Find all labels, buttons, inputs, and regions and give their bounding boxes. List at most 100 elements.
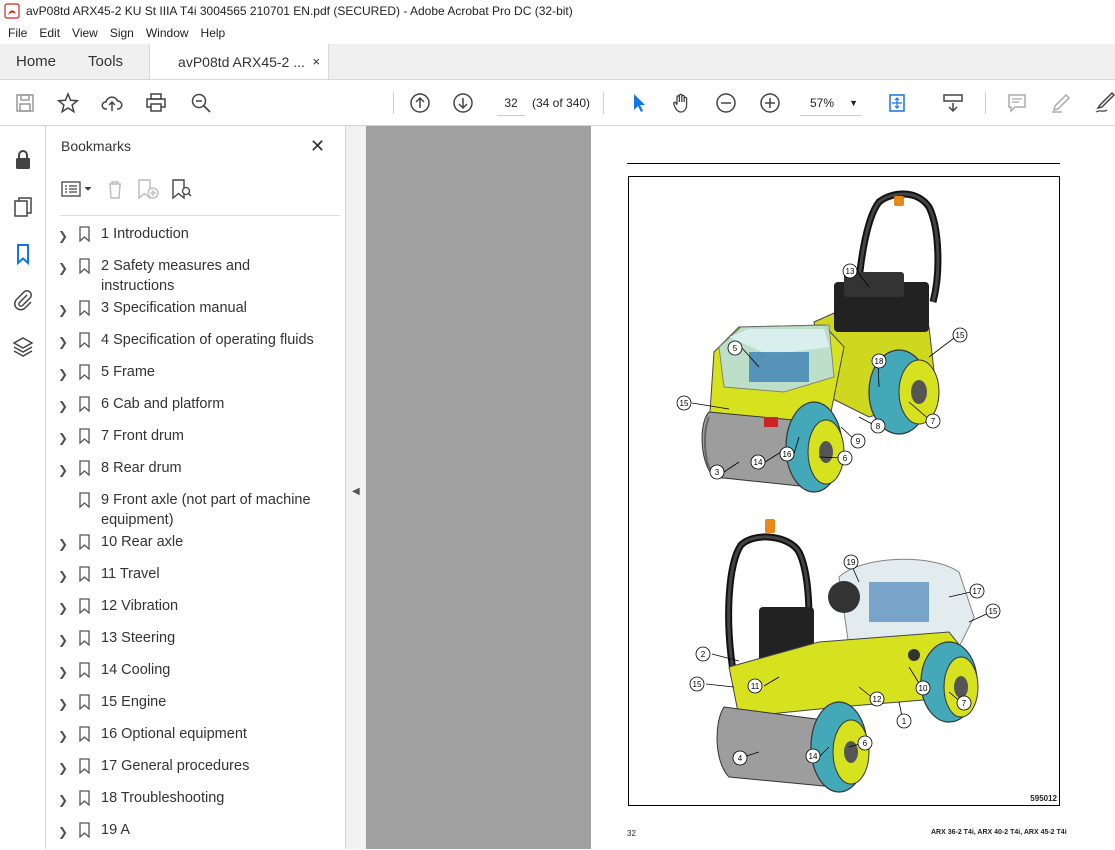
zoom-select[interactable]: 57% ▼ bbox=[800, 90, 862, 116]
hand-tool-icon[interactable] bbox=[669, 90, 695, 116]
layers-icon[interactable] bbox=[11, 335, 35, 359]
bookmark-item[interactable]: ❯ 11 Travel bbox=[46, 562, 324, 594]
chevron-right-icon[interactable]: ❯ bbox=[58, 630, 68, 650]
callout-marker: 5 bbox=[727, 340, 743, 356]
tab-home[interactable]: Home bbox=[0, 44, 72, 79]
menu-file[interactable]: File bbox=[2, 26, 33, 40]
bookmark-item[interactable]: ❯ 13 Steering bbox=[46, 626, 324, 658]
menu-window[interactable]: Window bbox=[140, 26, 195, 40]
bookmark-item[interactable]: ❯ 19 A bbox=[46, 818, 324, 850]
find-bookmark-icon[interactable] bbox=[170, 178, 194, 200]
upload-cloud-icon[interactable] bbox=[99, 90, 125, 116]
callout-label: 4 bbox=[738, 754, 743, 763]
document-canvas[interactable]: 13 15 5 18 15 7 8 9 14 16 6 3 19 17 15 2 15 11 10 12 1 7 6 14 4 … bbox=[366, 126, 1115, 849]
chevron-right-icon[interactable]: ❯ bbox=[58, 396, 68, 416]
zoom-search-icon[interactable] bbox=[188, 90, 214, 116]
bookmark-flag-icon bbox=[79, 726, 90, 742]
menu-view[interactable]: View bbox=[66, 26, 104, 40]
chevron-right-icon[interactable]: ❯ bbox=[58, 364, 68, 384]
bookmark-item[interactable]: ❯ 7 Front drum bbox=[46, 424, 324, 456]
bookmark-item[interactable]: ❯ 14 Cooling bbox=[46, 658, 324, 690]
callout-label: 7 bbox=[962, 699, 967, 708]
bookmark-item[interactable]: ❯ 1 Introduction bbox=[46, 222, 324, 254]
lock-icon[interactable] bbox=[11, 148, 35, 172]
menu-help[interactable]: Help bbox=[195, 26, 232, 40]
menu-sign[interactable]: Sign bbox=[104, 26, 140, 40]
zoom-out-icon[interactable] bbox=[713, 90, 739, 116]
bookmark-flag-icon bbox=[79, 300, 90, 316]
bookmark-item[interactable]: ❯ 5 Frame bbox=[46, 360, 324, 392]
attachment-icon[interactable] bbox=[11, 288, 35, 312]
bookmark-item[interactable]: ❯ 8 Rear drum bbox=[46, 456, 324, 488]
next-page-icon[interactable] bbox=[450, 90, 476, 116]
bookmark-item[interactable]: ❯ 10 Rear axle bbox=[46, 530, 324, 562]
bookmark-flag-icon bbox=[79, 428, 90, 444]
chevron-right-icon[interactable]: ❯ bbox=[58, 694, 68, 714]
delete-icon[interactable] bbox=[104, 178, 126, 200]
chevron-down-icon: ▼ bbox=[849, 98, 858, 108]
chevron-right-icon[interactable]: ❯ bbox=[58, 226, 68, 246]
callout-label: 14 bbox=[754, 458, 763, 467]
callout-label: 9 bbox=[856, 437, 861, 446]
callout-marker: 17 bbox=[969, 583, 985, 599]
chevron-right-icon[interactable]: ❯ bbox=[58, 822, 68, 842]
chevron-right-icon[interactable]: ❯ bbox=[58, 460, 68, 480]
pages-icon[interactable] bbox=[11, 195, 35, 219]
select-cursor-icon[interactable] bbox=[626, 90, 652, 116]
bookmark-item[interactable]: ❯ 18 Troubleshooting bbox=[46, 786, 324, 818]
scroll-mode-icon[interactable] bbox=[940, 90, 966, 116]
callout-marker: 8 bbox=[870, 418, 886, 434]
chevron-right-icon[interactable]: ❯ bbox=[58, 758, 68, 778]
menu-edit[interactable]: Edit bbox=[33, 26, 66, 40]
chevron-right-icon[interactable]: ❯ bbox=[58, 726, 68, 746]
bookmark-item[interactable]: ❯ 12 Vibration bbox=[46, 594, 324, 626]
chevron-right-icon[interactable]: ❯ bbox=[58, 258, 68, 278]
divider bbox=[60, 215, 340, 216]
bookmark-flag-icon bbox=[79, 226, 90, 242]
callout-marker: 12 bbox=[869, 691, 885, 707]
comment-icon[interactable] bbox=[1004, 90, 1030, 116]
bookmark-item[interactable]: ❯ 17 General procedures bbox=[46, 754, 324, 786]
panel-splitter[interactable]: ◀ bbox=[346, 126, 366, 849]
bookmark-item[interactable]: 9 Front axle (not part of machine equipm… bbox=[46, 488, 324, 530]
new-bookmark-icon[interactable] bbox=[136, 178, 160, 200]
bookmark-item[interactable]: ❯ 2 Safety measures and instructions bbox=[46, 254, 324, 296]
chevron-right-icon[interactable]: ❯ bbox=[58, 332, 68, 352]
bookmark-flag-icon bbox=[79, 364, 90, 380]
bookmark-item[interactable]: ❯ 16 Optional equipment bbox=[46, 722, 324, 754]
star-icon[interactable] bbox=[55, 90, 81, 116]
chevron-right-icon[interactable]: ❯ bbox=[58, 598, 68, 618]
collapse-panel-icon[interactable]: ◀ bbox=[352, 486, 360, 497]
close-tab-icon[interactable]: × bbox=[312, 54, 320, 69]
chevron-right-icon[interactable]: ❯ bbox=[58, 428, 68, 448]
bookmark-label: 5 Frame bbox=[101, 364, 155, 380]
bookmark-item[interactable]: ❯ 6 Cab and platform bbox=[46, 392, 324, 424]
chevron-right-icon[interactable]: ❯ bbox=[58, 534, 68, 554]
bookmark-item[interactable]: ❯ 3 Specification manual bbox=[46, 296, 324, 328]
options-menu-icon[interactable] bbox=[60, 179, 94, 199]
toolbar-divider bbox=[603, 92, 604, 114]
page-number-input[interactable]: 32 bbox=[497, 90, 525, 116]
chevron-right-icon[interactable]: ❯ bbox=[58, 300, 68, 320]
previous-page-icon[interactable] bbox=[407, 90, 433, 116]
callout-label: 15 bbox=[680, 399, 689, 408]
chevron-right-icon[interactable]: ❯ bbox=[58, 662, 68, 682]
zoom-in-icon[interactable] bbox=[757, 90, 783, 116]
highlight-pen-icon[interactable] bbox=[1048, 90, 1074, 116]
tab-document[interactable]: avP08td ARX45-2 ... × bbox=[149, 44, 330, 79]
chevron-right-icon[interactable]: ❯ bbox=[58, 566, 68, 586]
print-icon[interactable] bbox=[143, 90, 169, 116]
page-count: (34 of 340) bbox=[532, 96, 591, 110]
bookmark-item[interactable]: ❯ 15 Engine bbox=[46, 690, 324, 722]
bookmark-item[interactable]: ❯ 4 Specification of operating fluids bbox=[46, 328, 324, 360]
page-fit-icon[interactable] bbox=[884, 90, 910, 116]
close-icon[interactable]: ✕ bbox=[310, 136, 325, 157]
tab-tools[interactable]: Tools bbox=[72, 44, 139, 79]
draw-sign-icon[interactable] bbox=[1092, 90, 1115, 116]
save-icon[interactable] bbox=[12, 90, 38, 116]
tab-document-label: avP08td ARX45-2 ... bbox=[178, 53, 305, 70]
bookmark-label: 14 Cooling bbox=[101, 662, 171, 678]
header-rule bbox=[627, 163, 1060, 164]
chevron-right-icon[interactable]: ❯ bbox=[58, 790, 68, 810]
bookmark-icon[interactable] bbox=[11, 242, 35, 266]
